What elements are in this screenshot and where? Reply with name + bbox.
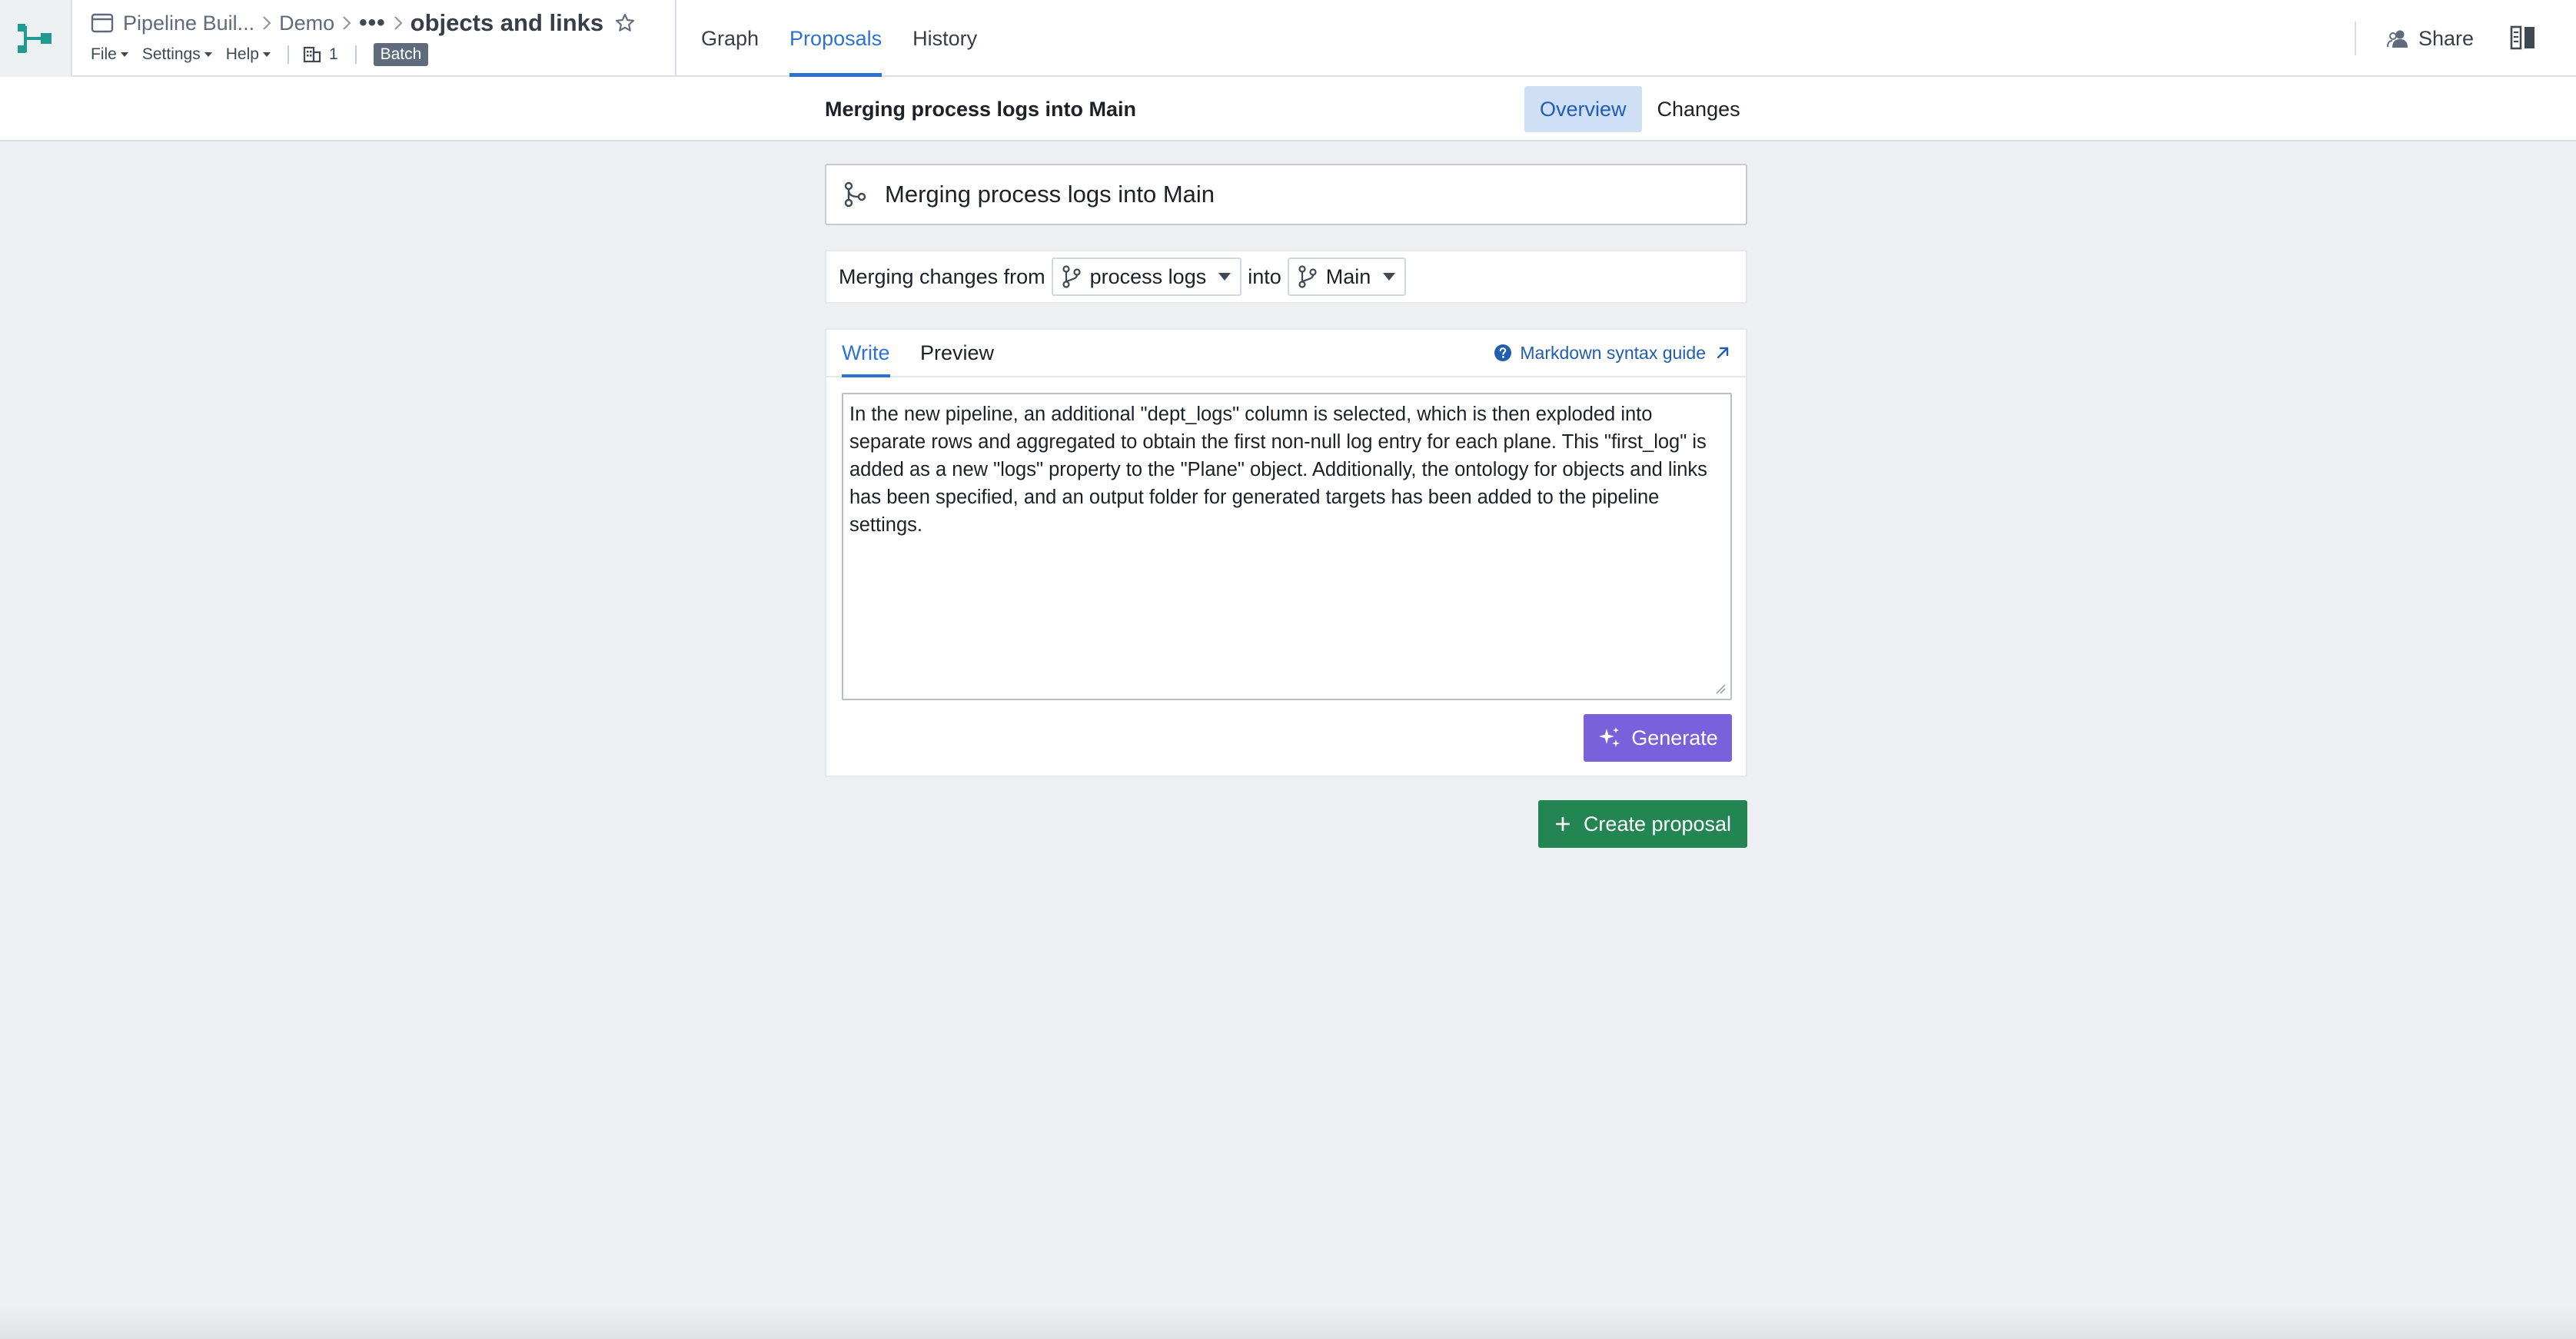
proposal-title-input[interactable] (885, 181, 1715, 208)
tab-history[interactable]: History (912, 0, 977, 77)
plus-icon (1555, 817, 1570, 831)
create-proposal-button[interactable]: Create proposal (1538, 800, 1747, 848)
proposal-header: Merging process logs into Main Overview … (0, 77, 2576, 141)
breadcrumb: Pipeline Buil... Demo ••• objects and li… (91, 8, 636, 38)
source-branch-label: process logs (1089, 264, 1207, 288)
caret-down-icon (262, 52, 271, 57)
panel-layout-icon (2510, 25, 2534, 50)
main-tabs: Graph Proposals History (701, 0, 1008, 77)
tab-graph[interactable]: Graph (701, 0, 759, 77)
description-textarea[interactable]: In the new pipeline, an additional "dept… (842, 393, 1732, 700)
breadcrumb-demo[interactable]: Demo (279, 12, 334, 35)
menu-settings-label: Settings (141, 45, 201, 63)
top-bar: Pipeline Buil... Demo ••• objects and li… (0, 0, 2576, 77)
side-panel-toggle[interactable] (2509, 25, 2537, 51)
breadcrumb-pipeline-builder[interactable]: Pipeline Buil... (123, 12, 254, 35)
share-label: Share (2418, 26, 2475, 50)
tab-proposals[interactable]: Proposals (789, 0, 882, 77)
pipeline-file-icon (91, 13, 114, 33)
chevron-right-icon (342, 15, 351, 31)
people-icon (2387, 30, 2408, 48)
compute-count[interactable]: 1 (303, 45, 338, 64)
batch-badge: Batch (373, 43, 429, 66)
share-arrow-icon (1717, 347, 1729, 359)
git-branch-icon (1062, 265, 1081, 288)
tab-preview[interactable]: Preview (920, 330, 994, 376)
caret-down-icon (1383, 273, 1396, 281)
share-button[interactable]: Share (2386, 23, 2474, 54)
merge-infix-label: into (1248, 264, 1281, 288)
merge-prefix-label: Merging changes from (839, 264, 1045, 288)
menu-bar: File Settings Help 1 Batch (91, 42, 429, 68)
segment-changes[interactable]: Changes (1642, 86, 1756, 132)
menu-help-label: Help (225, 45, 259, 63)
editor-tabs: Write Preview Markdown syntax guide (826, 330, 1746, 377)
app-logo[interactable] (0, 0, 72, 77)
pipeline-builder-logo-icon (18, 24, 52, 53)
caret-down-icon (120, 52, 128, 57)
menu-file[interactable]: File (91, 45, 128, 64)
caret-down-icon (1218, 273, 1231, 281)
description-editor: Write Preview Markdown syntax guide In t… (825, 328, 1747, 777)
view-segmented-control: Overview Changes (1524, 86, 1756, 132)
pipeline-title[interactable]: objects and links (410, 9, 604, 37)
caret-down-icon (204, 52, 212, 57)
chevron-right-icon (394, 15, 403, 31)
generate-label: Generate (1631, 726, 1718, 749)
create-proposal-label: Create proposal (1583, 812, 1732, 836)
source-branch-select[interactable]: process logs (1051, 258, 1242, 296)
help-icon (1494, 344, 1512, 361)
markdown-guide-label: Markdown syntax guide (1520, 342, 1706, 363)
git-merge-icon (844, 181, 866, 208)
menu-file-label: File (91, 45, 117, 63)
bottom-shadow (0, 1307, 2576, 1339)
segment-overview[interactable]: Overview (1524, 86, 1642, 132)
topbar-divider (2355, 22, 2356, 55)
target-branch-select[interactable]: Main (1287, 258, 1407, 296)
proposal-title-field[interactable] (825, 164, 1747, 225)
breadcrumb-more-button[interactable]: ••• (359, 12, 386, 35)
sparkles-icon (1599, 727, 1620, 747)
markdown-guide-link[interactable]: Markdown syntax guide (1494, 330, 1730, 376)
chevron-right-icon (262, 15, 271, 31)
proposal-header-title: Merging process logs into Main (825, 97, 1137, 121)
star-icon[interactable] (614, 12, 636, 34)
resize-handle-icon[interactable] (1715, 683, 1726, 694)
target-branch-label: Main (1325, 264, 1371, 288)
menu-help[interactable]: Help (226, 45, 271, 64)
generate-button[interactable]: Generate (1584, 714, 1732, 762)
compute-count-value: 1 (328, 45, 338, 63)
merge-branches-row: Merging changes from process logs into M… (825, 250, 1747, 304)
topbar-divider (675, 0, 676, 77)
building-icon (303, 46, 321, 63)
git-branch-icon (1298, 265, 1317, 288)
menu-divider (287, 45, 289, 64)
menu-settings[interactable]: Settings (142, 45, 212, 64)
menu-divider (354, 45, 357, 64)
tab-write[interactable]: Write (842, 330, 890, 377)
